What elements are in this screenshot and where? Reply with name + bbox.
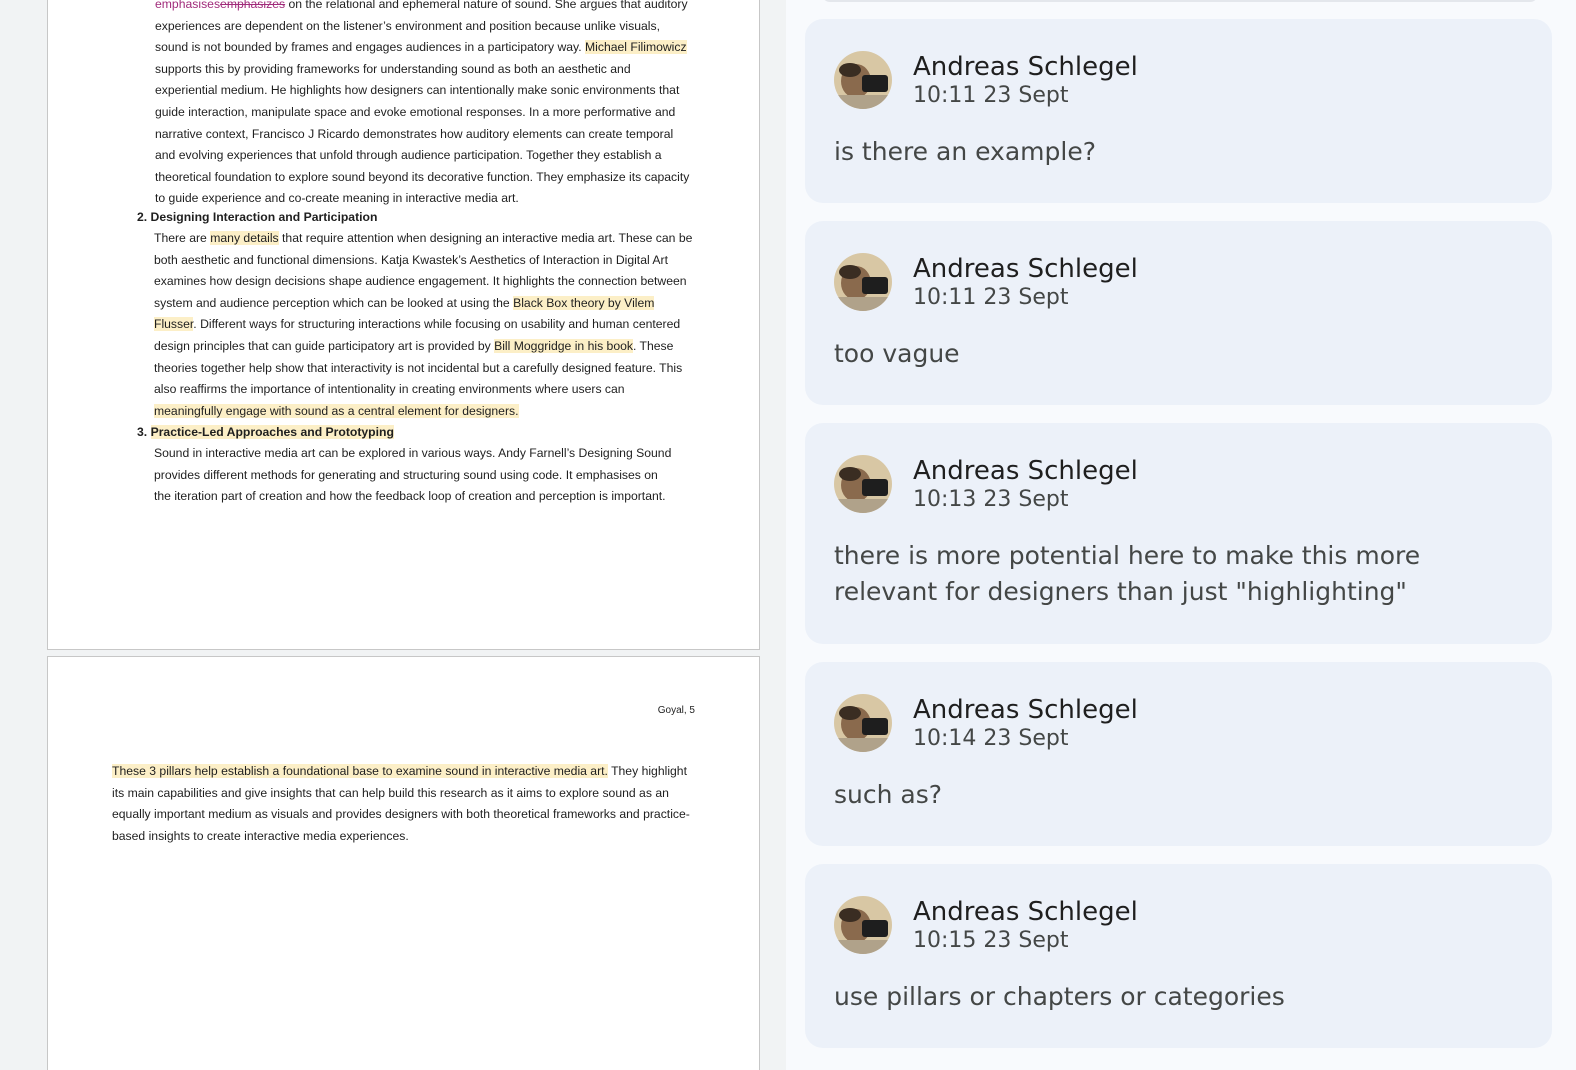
avatar (834, 896, 892, 954)
previous-comment-card-edge (822, 0, 1538, 2)
comment-author: Andreas Schlegel (913, 897, 1138, 927)
comment-text: such as? (834, 780, 943, 809)
paragraph-practice-led[interactable]: Sound in interactive media art can be ex… (154, 443, 674, 508)
comment-text: is there an example? (834, 137, 1096, 166)
paragraph-sound-theory[interactable]: emphasisesemphasizes on the relational a… (155, 0, 695, 210)
paragraph-designing-interaction[interactable]: There are many details that require atte… (154, 228, 694, 422)
comment-highlight-meaningfully[interactable]: meaningfully engage with sound as a cent… (154, 403, 519, 418)
comment-card[interactable]: Andreas Schlegel 10:11 23 Sept too vague (805, 221, 1552, 405)
app: emphasisesemphasizes on the relational a… (0, 0, 1576, 1070)
comment-card[interactable]: Andreas Schlegel 10:15 23 Sept use pilla… (805, 864, 1552, 1048)
comment-text: there is more potential here to make thi… (834, 541, 1421, 606)
comment-card[interactable]: Andreas Schlegel 10:14 23 Sept such as? (805, 662, 1552, 846)
avatar (834, 455, 892, 513)
comment-author: Andreas Schlegel (913, 52, 1138, 82)
comment-author: Andreas Schlegel (913, 456, 1138, 486)
heading-number: 3. (137, 425, 151, 439)
avatar (834, 253, 892, 311)
comment-timestamp: 10:11 23 Sept (913, 83, 1069, 108)
comment-timestamp: 10:15 23 Sept (913, 928, 1069, 953)
comment-timestamp: 10:13 23 Sept (913, 487, 1069, 512)
comment-highlight-practice-led[interactable]: Practice-Led Approaches and Prototyping (150, 425, 394, 439)
comment-card[interactable]: Andreas Schlegel 10:11 23 Sept is there … (805, 19, 1552, 203)
avatar (834, 694, 892, 752)
paragraph-pillars[interactable]: These 3 pillars help establish a foundat… (112, 761, 702, 847)
text-run: There are (154, 231, 211, 245)
comment-text: use pillars or chapters or categories (834, 982, 1285, 1011)
document-page-4[interactable]: emphasisesemphasizes on the relational a… (47, 0, 760, 650)
comment-author: Andreas Schlegel (913, 254, 1138, 284)
document-page-5[interactable]: Goyal, 5 These 3 pillars help establish … (47, 656, 760, 1070)
comment-highlight-many-details[interactable]: many details (210, 231, 279, 245)
comment-text: too vague (834, 339, 960, 368)
page-header: Goyal, 5 (657, 705, 695, 716)
comment-card[interactable]: Andreas Schlegel 10:13 23 Sept there is … (805, 423, 1552, 644)
comment-timestamp: 10:11 23 Sept (913, 285, 1069, 310)
comment-author: Andreas Schlegel (913, 695, 1138, 725)
avatar (834, 51, 892, 109)
text-run: supports this by providing frameworks fo… (155, 61, 690, 206)
suggested-deletion[interactable]: emphasizes (220, 0, 285, 11)
comment-timestamp: 10:14 23 Sept (913, 726, 1069, 751)
comments-panel[interactable]: Andreas Schlegel 10:11 23 Sept is there … (786, 0, 1576, 1070)
heading-practice-led: 3. Practice-Led Approaches and Prototypi… (137, 422, 394, 444)
comment-highlight-pillars[interactable]: These 3 pillars help establish a foundat… (112, 764, 608, 778)
suggested-insertion[interactable]: emphasises (155, 0, 220, 11)
comment-highlight-filimowicz[interactable]: Michael Filimowicz (585, 40, 687, 55)
heading-designing-interaction: 2. Designing Interaction and Participati… (137, 210, 378, 224)
comment-highlight-moggridge[interactable]: Bill Moggridge in his book (494, 338, 633, 353)
